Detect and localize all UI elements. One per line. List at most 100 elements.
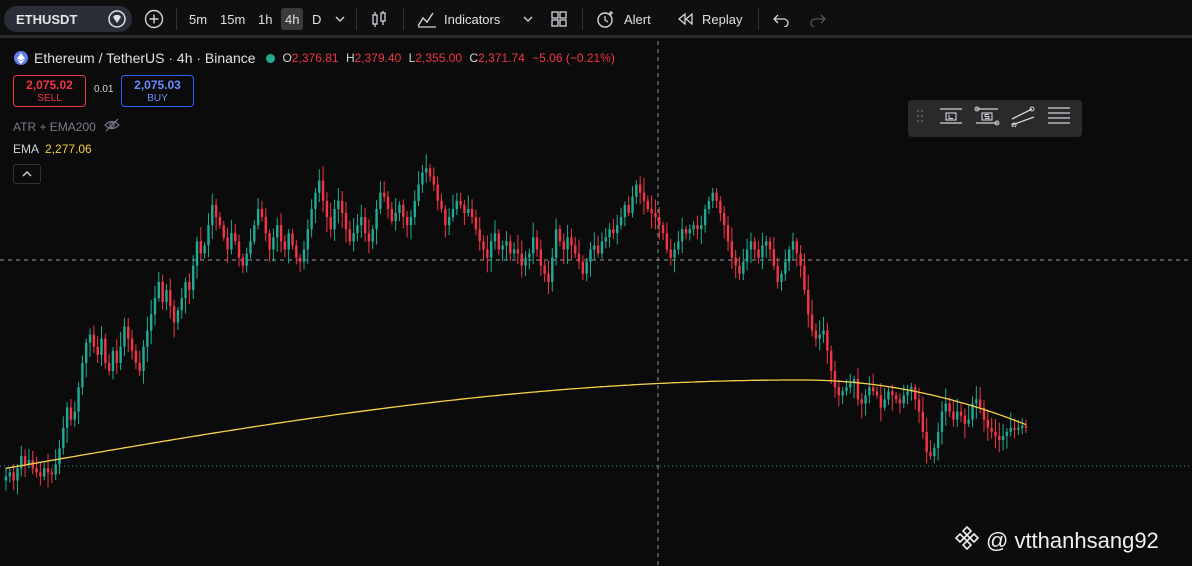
timeframe-5m[interactable]: 5m — [189, 8, 207, 30]
candle-up — [455, 200, 458, 209]
short-position-icon[interactable] — [974, 105, 1000, 132]
candle-down — [92, 334, 96, 347]
candle-up — [8, 472, 12, 477]
candle-up — [191, 265, 195, 290]
candle-up — [554, 229, 558, 258]
candle-down — [799, 253, 802, 266]
candle-down — [509, 241, 512, 254]
add-symbol-icon[interactable] — [144, 8, 164, 30]
candle-up — [337, 200, 340, 209]
candle-up — [818, 334, 821, 339]
candle-up — [333, 208, 336, 230]
candle-down — [772, 249, 776, 266]
candle-up — [318, 180, 321, 193]
candle-down — [753, 241, 756, 250]
horizontal-lines-icon[interactable] — [1046, 105, 1072, 132]
long-position-icon[interactable] — [938, 105, 964, 132]
candle-up — [447, 217, 451, 226]
candle-down — [428, 168, 432, 177]
candle-up — [841, 391, 844, 396]
candle-up — [936, 431, 940, 449]
candle-up — [906, 391, 909, 396]
timeframe-1h[interactable]: 1h — [258, 8, 272, 30]
buy-button[interactable]: 2,075.03 BUY — [121, 75, 194, 107]
candle-down — [826, 330, 829, 351]
ema-label: EMA — [13, 142, 40, 156]
chevron-down-icon[interactable] — [522, 8, 534, 30]
timeframe-4h[interactable]: 4h — [281, 8, 304, 30]
candle-down — [169, 290, 172, 307]
candle-up — [111, 350, 115, 372]
trend-line-icon[interactable] — [1010, 105, 1036, 132]
chart-pane[interactable]: Ethereum / TetherUS · 4h · Binance O2,37… — [0, 41, 1192, 566]
candle-up — [211, 204, 214, 226]
candle-down — [1024, 425, 1028, 428]
ethereum-icon — [14, 51, 28, 65]
diamond-icon[interactable] — [108, 10, 126, 28]
candle-down — [241, 257, 245, 266]
indicator-label: ATR + EMA200 — [13, 119, 96, 134]
candle-down — [237, 241, 241, 258]
candle-down — [581, 261, 585, 274]
candle-down — [486, 249, 489, 258]
alert-clock-icon[interactable] — [595, 8, 617, 30]
candles-icon[interactable] — [369, 8, 389, 30]
chevron-up-icon — [22, 171, 32, 177]
replay-icon[interactable] — [676, 8, 694, 30]
candle-up — [276, 225, 279, 238]
layout-grid-icon[interactable] — [549, 8, 569, 30]
author-watermark: @ vtthanhsang92 — [954, 525, 1159, 557]
candle-down — [577, 253, 581, 262]
candle-up — [619, 217, 623, 226]
candle-down — [642, 192, 646, 201]
timeframe-d[interactable]: D — [312, 8, 321, 30]
undo-icon[interactable] — [772, 8, 790, 30]
sell-button[interactable]: 2,075.02 SELL — [13, 75, 86, 107]
chevron-down-icon[interactable] — [334, 8, 346, 30]
candle-up — [142, 346, 145, 372]
eye-hidden-icon[interactable] — [103, 118, 120, 135]
indicators-button[interactable]: Indicators — [444, 8, 500, 30]
candles-group — [4, 154, 1028, 495]
indicators-icon[interactable] — [416, 8, 438, 30]
candle-down — [990, 427, 993, 432]
candle-down — [405, 217, 409, 226]
candle-down — [833, 371, 837, 388]
candle-down — [115, 350, 118, 363]
candle-up — [394, 213, 397, 222]
candle-up — [62, 427, 65, 449]
candle-down — [875, 391, 879, 396]
replay-button[interactable]: Replay — [702, 8, 742, 30]
buy-label: BUY — [147, 93, 168, 104]
candle-down — [268, 233, 271, 250]
candle-down — [917, 399, 921, 412]
toolbar-separator — [403, 8, 404, 30]
candle-down — [986, 419, 989, 428]
candle-down — [612, 229, 615, 234]
drag-handle-icon[interactable] — [916, 108, 924, 129]
candle-down — [390, 208, 394, 222]
candle-down — [104, 338, 107, 363]
candle-up — [88, 334, 92, 343]
candle-up — [677, 241, 680, 250]
toolbar-separator — [582, 8, 583, 30]
candle-down — [386, 196, 390, 209]
order-quantity[interactable]: 0.01 — [94, 84, 113, 95]
collapse-legend-button[interactable] — [13, 164, 41, 184]
indicator-legend[interactable]: ATR + EMA200 — [13, 118, 120, 135]
candle-up — [180, 298, 183, 311]
candle-up — [54, 464, 57, 475]
candle-down — [829, 350, 833, 372]
candle-down — [363, 217, 367, 234]
candle-down — [96, 346, 99, 355]
redo-icon[interactable] — [809, 8, 827, 30]
candle-up — [887, 391, 890, 400]
alert-button[interactable]: Alert — [624, 8, 651, 30]
candle-down — [952, 411, 955, 420]
candle-down — [596, 245, 600, 254]
candle-down — [535, 237, 539, 250]
symbol-search-button[interactable]: ETHUSDT — [4, 6, 132, 32]
timeframe-15m[interactable]: 15m — [220, 8, 245, 30]
candle-down — [879, 395, 883, 408]
candle-down — [810, 314, 814, 331]
